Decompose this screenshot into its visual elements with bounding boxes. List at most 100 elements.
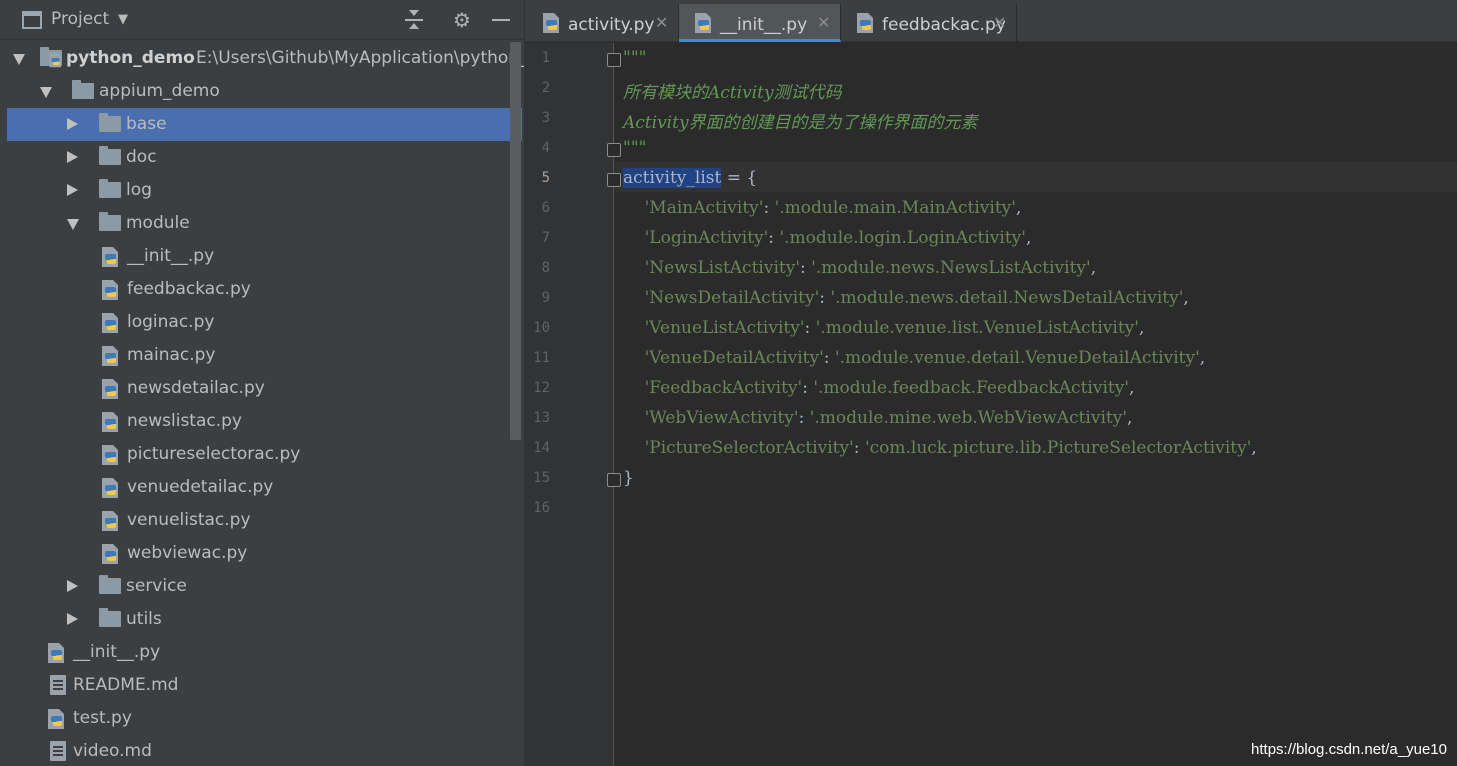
python-file-icon	[48, 709, 64, 729]
tree-item-label: video.md	[73, 741, 152, 761]
gear-icon[interactable]: ⚙	[450, 8, 474, 32]
chevron-down-icon[interactable]: ▼	[118, 12, 128, 27]
expand-arrow-right-icon[interactable]	[67, 118, 78, 130]
string-literal: 'com.luck.picture.lib.PictureSelectorAct…	[864, 438, 1252, 458]
editor-tab-bar: activity.py ✕ __init__.py ✕ feedbackac.py ✕	[525, 0, 1457, 42]
code-token: :	[768, 228, 780, 248]
tree-item-log[interactable]: log	[7, 174, 522, 207]
tree-item-init-py[interactable]: __init__.py	[7, 636, 522, 669]
string-literal: '.module.mine.web.WebViewActivity'	[809, 408, 1128, 428]
tree-item-venuelistac-py[interactable]: venuelistac.py	[7, 504, 522, 537]
tab-feedbackac-py[interactable]: feedbackac.py ✕	[841, 4, 1017, 42]
code-line[interactable]: """	[623, 48, 646, 68]
tree-item-feedbackac-py[interactable]: feedbackac.py	[7, 273, 522, 306]
code-line[interactable]: 'FeedbackActivity': '.module.feedback.Fe…	[623, 378, 1135, 398]
python-file-icon	[48, 643, 64, 663]
tab-activity-py[interactable]: activity.py ✕	[527, 4, 679, 42]
line-number: 16	[533, 500, 550, 516]
line-number: 5	[541, 170, 550, 186]
line-number: 6	[541, 200, 550, 216]
tree-item-label: utils	[126, 609, 162, 629]
tree-item-newsdetailac-py[interactable]: newsdetailac.py	[7, 372, 522, 405]
tab-label: activity.py	[568, 15, 655, 35]
tree-item-service[interactable]: service	[7, 570, 522, 603]
tree-item-loginac-py[interactable]: loginac.py	[7, 306, 522, 339]
tree-scrollbar[interactable]	[510, 42, 521, 440]
tree-item-test-py[interactable]: test.py	[7, 702, 522, 735]
string-literal: '.module.news.NewsListActivity'	[811, 258, 1091, 278]
line-number: 10	[533, 320, 550, 336]
tree-item-base[interactable]: base	[7, 108, 522, 141]
string-literal: 'NewsListActivity'	[623, 258, 800, 278]
tab-init-py[interactable]: __init__.py ✕	[679, 4, 841, 42]
expand-arrow-right-icon[interactable]	[67, 580, 78, 592]
python-file-icon	[543, 13, 559, 33]
line-number: 3	[541, 110, 550, 126]
fold-marker-icon[interactable]	[607, 143, 621, 157]
docstring-text: """	[623, 48, 647, 68]
tree-item-newslistac-py[interactable]: newslistac.py	[7, 405, 522, 438]
code-line[interactable]: 'VenueDetailActivity': '.module.venue.de…	[623, 348, 1206, 368]
tree-item-label: module	[126, 213, 190, 233]
python-badge-icon	[49, 52, 62, 68]
tree-item-readme-md[interactable]: README.md	[7, 669, 522, 702]
tree-item-mainac-py[interactable]: mainac.py	[7, 339, 522, 372]
code-line[interactable]: 'MainActivity': '.module.main.MainActivi…	[623, 198, 1022, 218]
tree-item-label: pictureselectorac.py	[127, 444, 301, 464]
code-token: :	[763, 198, 775, 218]
code-line[interactable]: 'LoginActivity': '.module.login.LoginAct…	[623, 228, 1032, 248]
tree-item-appium-demo[interactable]: appium_demo	[7, 75, 522, 108]
collapse-all-button[interactable]	[402, 8, 426, 32]
fold-marker-icon[interactable]	[607, 173, 621, 187]
tree-item-module[interactable]: module	[7, 207, 522, 240]
code-line[interactable]: activity_list = {	[623, 168, 757, 188]
watermark: https://blog.csdn.net/a_yue10	[1251, 741, 1447, 758]
string-literal: '.module.venue.detail.VenueDetailActivit…	[834, 348, 1200, 368]
tree-item-label: feedbackac.py	[127, 279, 251, 299]
folder-icon	[99, 179, 121, 198]
expand-arrow-down-icon[interactable]	[40, 87, 52, 98]
string-literal: '.module.venue.list.VenueListActivity'	[815, 318, 1139, 338]
tab-label: feedbackac.py	[882, 15, 1006, 35]
close-icon[interactable]: ✕	[655, 13, 668, 32]
project-view-title[interactable]: Project	[51, 9, 109, 29]
folder-icon	[72, 80, 94, 99]
tree-item-venuedetailac-py[interactable]: venuedetailac.py	[7, 471, 522, 504]
string-literal: 'NewsDetailActivity'	[623, 288, 820, 308]
code-line[interactable]: }	[623, 468, 634, 488]
markdown-file-icon	[50, 741, 66, 761]
editor-area: activity.py ✕ __init__.py ✕ feedbackac.py ✕ 1…	[524, 0, 1457, 766]
fold-marker-icon[interactable]	[607, 53, 621, 67]
tree-item-label: newsdetailac.py	[127, 378, 265, 398]
close-icon[interactable]: ✕	[817, 13, 830, 32]
fold-marker-icon[interactable]	[607, 473, 621, 487]
expand-arrow-right-icon[interactable]	[67, 184, 78, 196]
close-icon[interactable]: ✕	[993, 13, 1006, 32]
tree-item-doc[interactable]: doc	[7, 141, 522, 174]
tree-item-python-demo[interactable]: python_demo E:\Users\Github\MyApplication…	[7, 42, 524, 75]
tree-item-label: loginac.py	[127, 312, 215, 332]
code-line[interactable]: Activity界面的创建目的是为了操作界面的元素	[623, 108, 978, 133]
expand-arrow-right-icon[interactable]	[67, 151, 78, 163]
code-token: :	[819, 288, 831, 308]
tree-item-utils[interactable]: utils	[7, 603, 522, 636]
expand-arrow-down-icon[interactable]	[13, 54, 25, 65]
python-file-icon	[102, 412, 118, 432]
tree-item-init-py[interactable]: __init__.py	[7, 240, 522, 273]
code-line[interactable]: 'NewsListActivity': '.module.news.NewsLi…	[623, 258, 1097, 278]
tree-item-pictureselectorac-py[interactable]: pictureselectorac.py	[7, 438, 522, 471]
code-line[interactable]: 'WebViewActivity': '.module.mine.web.Web…	[623, 408, 1133, 428]
expand-arrow-down-icon[interactable]	[67, 219, 79, 230]
tree-item-video-md[interactable]: video.md	[7, 735, 522, 766]
code-line[interactable]: 'PictureSelectorActivity': 'com.luck.pic…	[623, 438, 1257, 458]
code-line[interactable]: 'NewsDetailActivity': '.module.news.deta…	[623, 288, 1189, 308]
line-number: 11	[533, 350, 550, 366]
tree-item-label: __init__.py	[73, 642, 161, 662]
tree-item-webviewac-py[interactable]: webviewac.py	[7, 537, 522, 570]
minimize-panel-button[interactable]	[489, 8, 513, 32]
code-line[interactable]: """	[623, 138, 646, 158]
code-line[interactable]: 'VenueListActivity': '.module.venue.list…	[623, 318, 1145, 338]
code-line[interactable]: 所有模块的Activity测试代码	[623, 78, 842, 103]
code-token: :	[823, 348, 835, 368]
expand-arrow-right-icon[interactable]	[67, 613, 78, 625]
